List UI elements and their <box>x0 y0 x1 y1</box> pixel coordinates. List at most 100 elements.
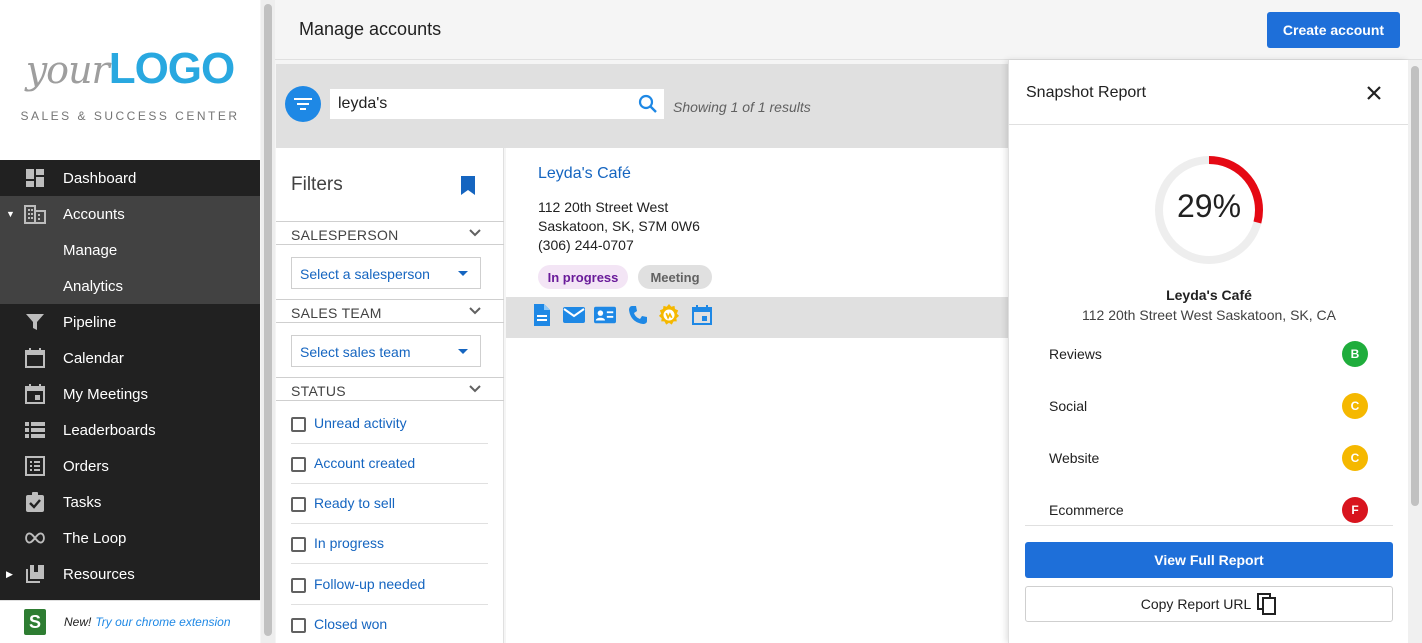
panel-scrollbar[interactable] <box>1408 60 1422 643</box>
status-option-unread-activity[interactable]: Unread activity <box>291 404 488 444</box>
caret-down-icon[interactable]: ▼ <box>6 209 15 219</box>
sidebar-item-leaderboards[interactable]: Leaderboards <box>0 412 260 448</box>
chrome-extension-promo: S New! Try our chrome extension <box>0 600 260 643</box>
status-badge-in-progress: In progress <box>538 265 628 289</box>
sidebar-item-tasks[interactable]: Tasks <box>0 484 260 520</box>
create-account-button[interactable]: Create account <box>1267 12 1400 48</box>
sidebar-item-label: Leaderboards <box>63 421 156 439</box>
caret-right-icon[interactable]: ▶ <box>6 569 13 580</box>
tasks-icon <box>24 491 46 513</box>
status-option-follow-up-needed[interactable]: Follow-up needed <box>291 565 488 605</box>
grade-badge: F <box>1342 497 1368 523</box>
sales-team-section-header[interactable]: SALES TEAM <box>276 299 504 323</box>
dropdown-arrow-icon <box>458 271 468 276</box>
salesperson-select-value: Select a salesperson <box>300 266 430 282</box>
status-option-closed-won[interactable]: Closed won <box>291 605 488 643</box>
divider <box>1009 124 1409 125</box>
contact-card-icon[interactable] <box>594 304 616 326</box>
snapshot-title: Snapshot Report <box>1026 84 1147 101</box>
status-option-label[interactable]: Unread activity <box>314 415 407 431</box>
salesperson-section-header[interactable]: SALESPERSON <box>276 221 504 245</box>
sidebar-item-pipeline[interactable]: Pipeline <box>0 304 260 340</box>
page-title: Manage accounts <box>299 19 442 39</box>
close-icon[interactable] <box>1363 82 1385 104</box>
checkbox[interactable] <box>291 497 306 512</box>
grade-badge: C <box>1342 445 1368 471</box>
status-option-account-created[interactable]: Account created <box>291 444 488 484</box>
status-option-label[interactable]: In progress <box>314 535 384 551</box>
search-box <box>330 89 664 119</box>
sidebar-item-calendar[interactable]: Calendar <box>0 340 260 376</box>
app: yourLOGO SALES & SUCCESS CENTER Dashboar… <box>0 0 1422 643</box>
infinity-icon <box>24 527 46 549</box>
search-icon[interactable] <box>638 94 658 119</box>
salesperson-label: SALESPERSON <box>291 227 399 243</box>
document-icon[interactable] <box>531 304 553 326</box>
grade-row-social: Social C <box>1049 391 1369 421</box>
grade-row-website: Website C <box>1049 443 1369 473</box>
salesperson-select[interactable]: Select a salesperson <box>291 257 481 289</box>
score-gauge: 29% <box>1153 154 1265 266</box>
status-option-label[interactable]: Account created <box>314 455 415 471</box>
filter-toggle-button[interactable] <box>285 86 321 122</box>
sidebar-scrollbar[interactable] <box>261 0 275 643</box>
extension-logo-icon: S <box>24 609 46 635</box>
sidebar-item-label: The Loop <box>63 529 127 547</box>
scrollbar-thumb[interactable] <box>264 4 272 636</box>
results-area <box>506 338 1008 643</box>
phone-icon[interactable] <box>627 304 649 326</box>
accounts-icon <box>24 203 46 225</box>
sidebar-subitem-manage[interactable]: Manage <box>0 232 260 268</box>
sidebar-item-label: Orders <box>63 457 109 475</box>
grade-category: Social <box>1049 398 1088 414</box>
status-option-label[interactable]: Follow-up needed <box>314 576 425 592</box>
sidebar-item-resources[interactable]: ▶ Resources <box>0 556 260 592</box>
email-icon[interactable] <box>563 304 585 326</box>
chevron-down-icon[interactable] <box>468 226 482 245</box>
grade-badge: C <box>1342 393 1368 419</box>
copy-report-url-label: Copy Report URL <box>1140 596 1252 612</box>
checkbox[interactable] <box>291 457 306 472</box>
sidebar-brand: yourLOGO SALES & SUCCESS CENTER <box>0 0 260 160</box>
status-option-label[interactable]: Ready to sell <box>314 495 395 511</box>
divider <box>1025 525 1393 526</box>
logo[interactable]: yourLOGO <box>0 0 260 95</box>
copy-report-url-button[interactable]: Copy Report URL <box>1025 586 1393 622</box>
snapshot-badge-icon[interactable] <box>658 304 680 326</box>
status-badge-meeting: Meeting <box>638 265 712 289</box>
filter-list-icon <box>294 98 312 110</box>
sidebar-item-my-meetings[interactable]: My Meetings <box>0 376 260 412</box>
sidebar-item-the-loop[interactable]: The Loop <box>0 520 260 556</box>
chrome-extension-link[interactable]: Try our chrome extension <box>95 615 230 629</box>
view-full-report-button[interactable]: View Full Report <box>1025 542 1393 578</box>
checkbox[interactable] <box>291 618 306 633</box>
scrollbar-thumb[interactable] <box>1411 66 1419 506</box>
status-option-in-progress[interactable]: In progress <box>291 524 488 564</box>
sidebar-subitem-analytics[interactable]: Analytics <box>0 268 260 304</box>
sales-team-select[interactable]: Select sales team <box>291 335 481 367</box>
score-percentage: 29% <box>1176 188 1242 224</box>
sidebar-item-dashboard[interactable]: Dashboard <box>0 160 260 196</box>
status-option-label[interactable]: Closed won <box>314 616 387 632</box>
sidebar-item-accounts[interactable]: ▼ Accounts <box>0 196 260 232</box>
calendar-icon <box>24 347 46 369</box>
sidebar-item-label: Dashboard <box>63 169 137 187</box>
sidebar-item-label: My Meetings <box>63 385 149 403</box>
checkbox[interactable] <box>291 417 306 432</box>
status-section-header[interactable]: STATUS <box>276 377 504 401</box>
filter-funnel-icon <box>24 311 46 333</box>
grade-category: Reviews <box>1049 346 1102 362</box>
calendar-event-icon[interactable] <box>691 304 713 326</box>
search-input[interactable] <box>338 93 628 115</box>
sidebar-item-orders[interactable]: Orders <box>0 448 260 484</box>
status-option-ready-to-sell[interactable]: Ready to sell <box>291 484 488 524</box>
account-name-link[interactable]: Leyda's Café <box>538 165 631 183</box>
bookmark-icon[interactable] <box>460 176 476 201</box>
checkbox[interactable] <box>291 537 306 552</box>
status-label: STATUS <box>291 383 346 399</box>
new-label: New! <box>64 615 92 629</box>
business-name: Leyda's Café <box>1166 287 1252 303</box>
chevron-down-icon[interactable] <box>468 304 482 323</box>
chevron-down-icon[interactable] <box>468 382 482 401</box>
checkbox[interactable] <box>291 578 306 593</box>
